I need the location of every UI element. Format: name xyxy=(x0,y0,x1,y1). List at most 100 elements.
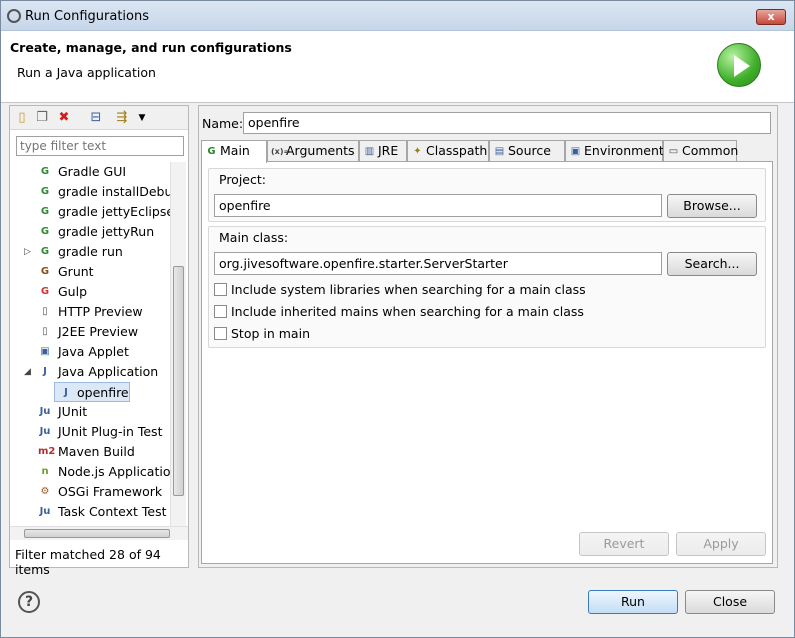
tab-arguments[interactable]: (x)= Arguments xyxy=(267,140,359,162)
apply-button[interactable]: Apply xyxy=(676,532,766,556)
configuration-list-pane: ▯ ❐ ✖ ⊟ ⇶ ▼ G Gradle GUI Ggradle installDe… xyxy=(9,105,189,577)
tab-icon: (x)= xyxy=(271,147,291,156)
config-type-icon: Ju xyxy=(39,506,51,517)
tab-icon: ▤ xyxy=(494,146,505,157)
filter-icon[interactable]: ⇶ xyxy=(114,110,130,126)
scroll-thumb[interactable] xyxy=(173,266,184,496)
tree-item-label: gradle jettyEclipseRun xyxy=(58,204,170,219)
tree-item-label: OSGi Framework xyxy=(58,484,163,499)
checkbox-label: Include system libraries when searching … xyxy=(231,282,586,297)
tab-common[interactable]: ▭ Common xyxy=(663,140,739,162)
close-button[interactable]: Close xyxy=(685,590,775,614)
config-type-icon: ▣ xyxy=(40,346,50,357)
scroll-thumb[interactable] xyxy=(24,529,170,538)
dialog-header: Create, manage, and run configurations R… xyxy=(1,31,794,103)
collapse-all-icon[interactable]: ⊟ xyxy=(88,110,104,126)
tab-icon: G xyxy=(207,146,216,157)
config-type-icon: n xyxy=(41,466,49,477)
search-button[interactable]: Search... xyxy=(667,252,757,276)
tab-label: Common xyxy=(682,143,739,158)
checkbox-box[interactable] xyxy=(214,283,227,296)
expand-toggle-icon[interactable]: ◢ xyxy=(24,362,34,382)
main-class-field[interactable]: org.jivesoftware.openfire.starter.Server… xyxy=(214,252,662,275)
tab-environment[interactable]: ▣ Environment xyxy=(565,140,664,162)
tree-item-label: Gradle GUI xyxy=(58,164,127,179)
config-type-icon: J xyxy=(43,366,47,377)
tree-horizontal-scrollbar[interactable] xyxy=(10,526,188,540)
window-close-button[interactable]: x xyxy=(756,9,786,25)
tab-icon: ✦ xyxy=(413,146,422,157)
config-type-icon: G xyxy=(40,186,50,197)
tab-icon: ▥ xyxy=(364,146,375,157)
tree-vertical-scrollbar[interactable] xyxy=(170,162,186,526)
project-field[interactable]: openfire xyxy=(214,194,662,217)
filter-input[interactable] xyxy=(16,136,184,156)
tree-item-label: JUnit xyxy=(58,404,88,419)
tree-item-label: Gulp xyxy=(58,284,88,299)
tree-item-label: Maven Build xyxy=(58,444,135,459)
tab-label: Classpath xyxy=(426,143,488,158)
tree-item-label: Java Applet xyxy=(58,344,129,359)
header-subtitle: Run a Java application xyxy=(17,65,156,80)
config-type-icon: G xyxy=(40,166,50,177)
tree-item-label: Java Application xyxy=(58,364,159,379)
config-type-icon: G xyxy=(40,286,50,297)
tab-jre[interactable]: ▥ JRE xyxy=(359,140,407,162)
dropdown-icon[interactable]: ▼ xyxy=(134,110,150,126)
run-button[interactable]: Run xyxy=(588,590,678,614)
checkbox-box[interactable] xyxy=(214,327,227,340)
name-field[interactable]: openfire xyxy=(243,112,771,134)
tree-item-label: Task Context Test xyxy=(58,504,167,519)
config-type-icon: Ju xyxy=(39,426,51,437)
tree-item-label: openfire xyxy=(77,385,129,400)
tree-item-label: Grunt xyxy=(58,264,94,279)
config-type-icon: ▯ xyxy=(42,326,48,337)
run-icon xyxy=(717,43,761,87)
tab-label: Main xyxy=(220,143,250,158)
revert-button[interactable]: Revert xyxy=(579,532,669,556)
left-toolbar: ▯ ❐ ✖ ⊟ ⇶ ▼ xyxy=(10,106,188,130)
checkbox-box[interactable] xyxy=(214,305,227,318)
tab-source[interactable]: ▤ Source xyxy=(489,140,565,162)
help-icon[interactable]: ? xyxy=(18,591,40,613)
tree-item-label: J2EE Preview xyxy=(58,324,139,339)
delete-icon[interactable]: ✖ xyxy=(56,110,72,126)
tree-item-label: gradle installDebug xyxy=(58,184,170,199)
tree-item-label: gradle run xyxy=(58,244,123,259)
checkbox-label: Include inherited mains when searching f… xyxy=(231,304,584,319)
config-type-icon: ▯ xyxy=(42,306,48,317)
config-type-icon: G xyxy=(40,266,50,277)
config-type-icon: ⚙ xyxy=(40,486,50,497)
main-tab-content: Project: openfire Browse... Main class: … xyxy=(201,161,773,564)
title-bar: Run Configurations x xyxy=(1,1,794,31)
tree-item-label: JUnit Plug-in Test xyxy=(58,424,163,439)
run-configurations-dialog: Run Configurations x Create, manage, and… xyxy=(0,0,795,638)
tab-classpath[interactable]: ✦ Classpath xyxy=(407,140,489,162)
config-type-icon: G xyxy=(40,226,50,237)
configuration-editor-pane: Name: openfire G Main (x)= Arguments ▥ JRE ✦ Cl… xyxy=(198,105,778,568)
tab-icon: ▣ xyxy=(570,146,581,157)
tree-item-label: Node.js Application xyxy=(58,464,170,479)
tab-icon: ▭ xyxy=(668,146,679,157)
project-label: Project: xyxy=(219,172,266,187)
configuration-tree: G Gradle GUI Ggradle installDebug Ggradle j… xyxy=(10,162,170,526)
window-title: Run Configurations xyxy=(25,9,149,24)
tree-item[interactable]: Jopenfire xyxy=(54,382,130,402)
config-type-icon: J xyxy=(64,387,68,398)
name-label: Name: xyxy=(202,116,244,131)
main-class-label: Main class: xyxy=(219,230,289,245)
tab-label: JRE xyxy=(378,143,399,158)
new-configuration-icon[interactable]: ▯ xyxy=(14,110,30,126)
tab-label: Environment xyxy=(584,143,664,158)
tree-item-label: gradle jettyRun xyxy=(58,224,155,239)
project-group: Project: openfire Browse... xyxy=(208,168,766,222)
duplicate-icon[interactable]: ❐ xyxy=(34,110,50,126)
expand-toggle-icon[interactable]: ▷ xyxy=(24,242,34,262)
config-type-icon: m2 xyxy=(38,446,56,457)
tab-main[interactable]: G Main xyxy=(201,140,267,163)
header-title: Create, manage, and run configurations xyxy=(10,40,292,55)
browse-button[interactable]: Browse... xyxy=(667,194,757,218)
configuration-tabs: G Main (x)= Arguments ▥ JRE ✦ Classpath ▤ Source ▣… xyxy=(201,140,773,163)
tab-label: Source xyxy=(508,143,551,158)
main-class-group: Main class: org.jivesoftware.openfire.st… xyxy=(208,226,766,348)
